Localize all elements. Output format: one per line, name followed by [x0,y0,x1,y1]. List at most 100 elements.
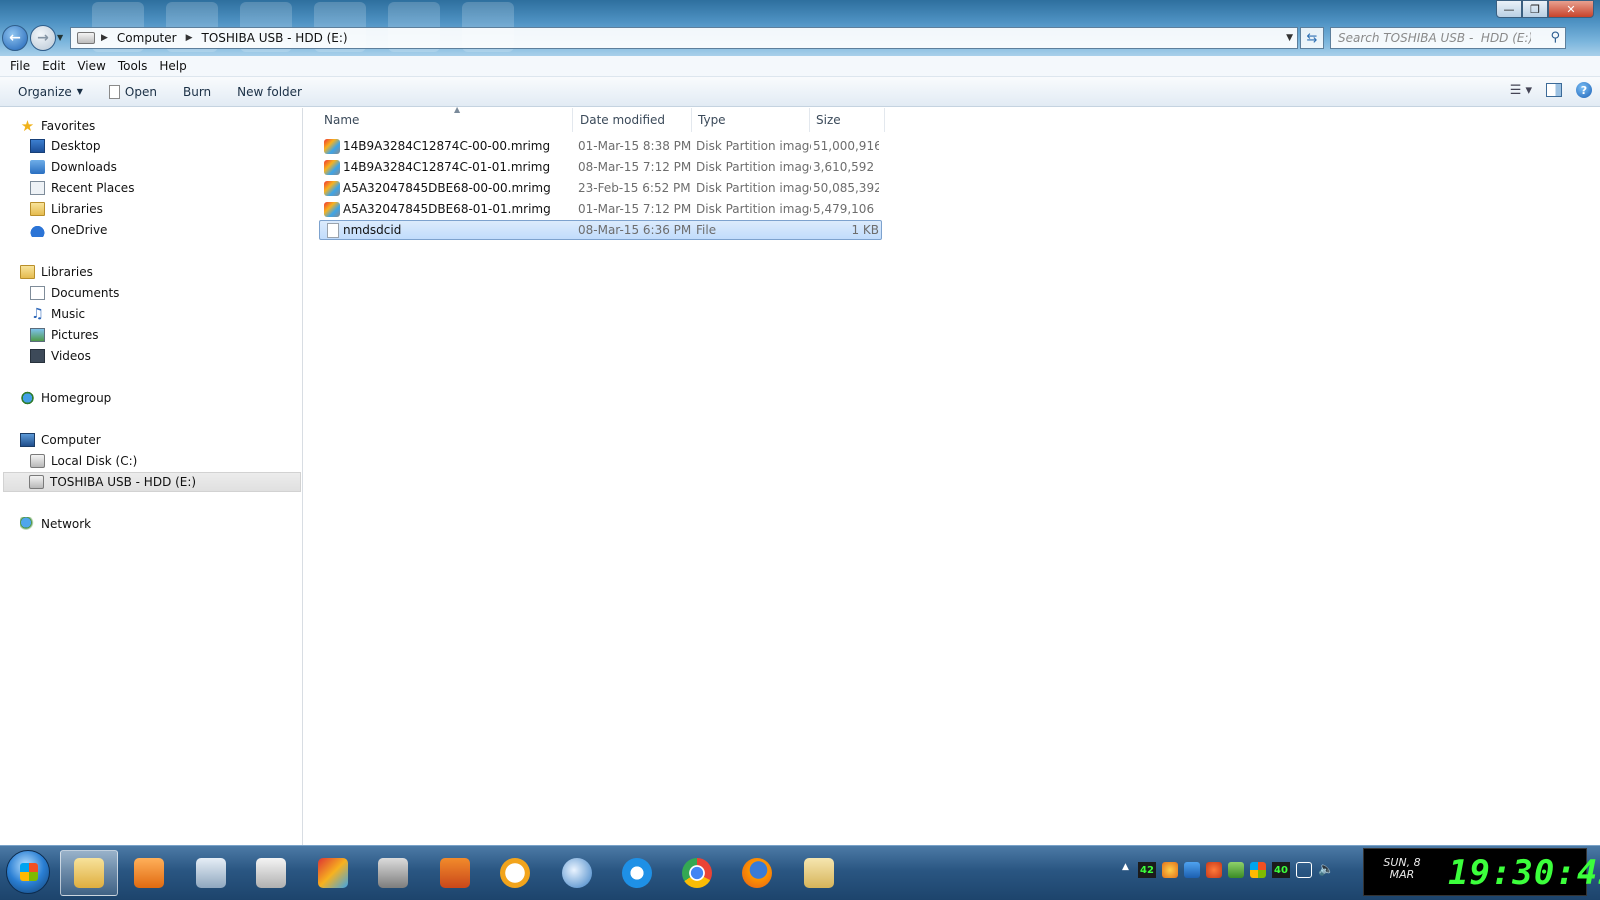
address-dropdown-icon[interactable]: ▼ [1286,33,1293,43]
onedrive-icon [30,223,45,237]
breadcrumb-current-drive[interactable]: TOSHIBA USB - HDD (E:) [199,31,351,45]
search-icon[interactable]: ⚲ [1550,30,1560,45]
file-row[interactable]: A5A32047845DBE68-00-00.mrimg 23-Feb-15 6… [319,179,882,199]
nav-item-videos[interactable]: Videos [30,346,91,366]
media-player-icon [134,858,164,888]
organize-button[interactable]: Organize ▼ [10,85,91,99]
blank-file-icon [327,223,339,238]
taskbar-app-firefox[interactable] [728,850,786,896]
taskbar-app-media[interactable] [120,850,178,896]
change-view-icon[interactable]: ☰ ▾ [1510,83,1532,98]
taskbar-app-pinned[interactable] [242,850,300,896]
column-header-date-modified[interactable]: Date modified [574,108,692,132]
menu-help[interactable]: Help [153,59,192,73]
clock-month: MAR [1389,868,1415,881]
file-name: A5A32047845DBE68-01-01.mrimg [343,202,551,216]
tray-badge[interactable]: 40 [1272,862,1290,878]
tray-badge[interactable]: 42 [1138,862,1156,878]
menu-file[interactable]: File [4,59,36,73]
nav-item-recent-places[interactable]: Recent Places [30,178,134,198]
taskbar-app-ie[interactable] [608,850,666,896]
refresh-button[interactable]: ⇆ [1300,27,1324,49]
tray-app-icon[interactable] [1206,862,1222,878]
arrow-left-icon: ← [9,30,21,46]
menu-edit[interactable]: Edit [36,59,71,73]
back-button[interactable]: ← [2,25,28,51]
network-icon [20,517,35,531]
column-header-type[interactable]: Type [692,108,810,132]
alarm-clock-icon [500,858,530,888]
search-input[interactable] [1331,28,1531,48]
network-status-icon[interactable] [1296,862,1312,878]
taskbar-app-pinned[interactable] [182,850,240,896]
speaker-app-icon [378,858,408,888]
tray-app-icon[interactable] [1184,862,1200,878]
file-row[interactable]: A5A32047845DBE68-01-01.mrimg 01-Mar-15 7… [319,200,882,220]
nav-item-label: Local Disk (C:) [51,454,138,468]
tray-app-icon[interactable] [1228,862,1244,878]
nav-item-onedrive[interactable]: OneDrive [30,220,107,240]
start-button[interactable] [6,850,50,894]
minimize-button[interactable]: — [1496,0,1522,18]
taskbar-app-chrome[interactable] [668,850,726,896]
file-row-selected[interactable]: nmdsdcid 08-Mar-15 6:36 PM File 1 KB [319,220,882,240]
mail-app-icon [562,858,592,888]
open-button[interactable]: Open [101,84,165,99]
breadcrumb-separator-icon[interactable]: ▶ [186,33,193,43]
breadcrumb-separator-icon[interactable]: ▶ [101,33,108,43]
close-button[interactable]: ✕ [1548,0,1594,18]
computer-icon [20,433,35,447]
forward-button[interactable]: → [30,25,56,51]
recent-pages-dropdown[interactable]: ▼ [57,33,63,42]
burn-button[interactable]: Burn [175,85,219,99]
nav-item-pictures[interactable]: Pictures [30,325,99,345]
help-icon[interactable]: ? [1576,82,1592,98]
column-header-size[interactable]: Size [810,108,885,132]
nav-item-desktop[interactable]: Desktop [30,136,101,156]
new-folder-button[interactable]: New folder [229,85,310,99]
volume-icon[interactable]: 🔈 [1318,862,1334,878]
menu-tools[interactable]: Tools [112,59,154,73]
usb-drive-icon [29,475,44,489]
show-hidden-icons-icon[interactable]: ▲ [1122,862,1132,878]
menu-view[interactable]: View [71,59,111,73]
taskbar-app-pinned[interactable] [486,850,544,896]
nav-item-music[interactable]: ♫ Music [30,304,85,324]
pictures-icon [30,328,45,342]
taskbar-app-pinned[interactable] [364,850,422,896]
nav-computer[interactable]: Computer [20,430,101,450]
nav-network[interactable]: Network [20,514,91,534]
nav-item-label: Documents [51,286,120,300]
breadcrumb-computer[interactable]: Computer [114,31,180,45]
nav-libraries[interactable]: Libraries [20,262,93,282]
address-bar[interactable]: ▶ Computer ▶ TOSHIBA USB - HDD (E:) ▼ [70,27,1298,49]
nav-item-libraries-fav[interactable]: Libraries [30,199,103,219]
taskbar-app-explorer[interactable] [60,850,118,896]
nav-homegroup[interactable]: Homegroup [20,388,111,408]
search-box[interactable]: ⚲ [1330,27,1566,49]
nav-favorites[interactable]: ★ Favorites [20,116,95,136]
nav-item-downloads[interactable]: Downloads [30,157,117,177]
file-row[interactable]: 14B9A3284C12874C-00-00.mrimg 01-Mar-15 8… [319,137,882,157]
nav-item-label: Videos [51,349,91,363]
app-icon [256,858,286,888]
app-icon [318,858,348,888]
tray-app-icon[interactable] [1250,862,1266,878]
taskbar-app-pinned[interactable] [304,850,362,896]
nav-item-toshiba-usb[interactable]: TOSHIBA USB - HDD (E:) [3,472,301,492]
preview-pane-icon[interactable] [1546,83,1562,97]
column-header-name[interactable]: Name ▲ [318,105,573,132]
taskbar-app-pinned[interactable] [426,850,484,896]
tray-app-icon[interactable] [1162,862,1178,878]
open-label: Open [124,84,157,99]
file-row[interactable]: 14B9A3284C12874C-01-01.mrimg 08-Mar-15 7… [319,158,882,178]
restore-button[interactable]: ❐ [1522,0,1548,18]
taskbar-app-pinned[interactable] [548,850,606,896]
folder-icon [74,858,104,888]
file-size: 5,479,106 KB [813,202,879,216]
nav-item-documents[interactable]: Documents [30,283,119,303]
disk-image-file-icon [324,202,340,217]
nav-item-local-disk[interactable]: Local Disk (C:) [30,451,137,471]
taskbar-app-pinned[interactable] [790,850,848,896]
clock-widget[interactable]: SUN, 8 MAR 19:30:45 [1363,848,1600,896]
